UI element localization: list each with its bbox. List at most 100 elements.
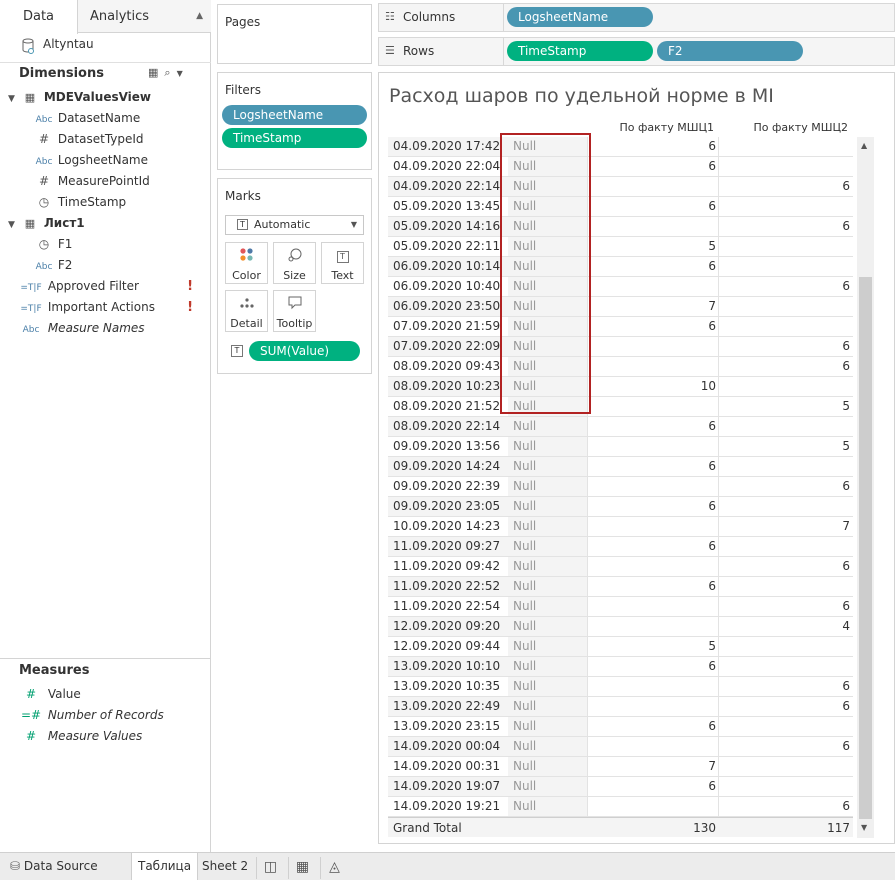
rows-pill-f2[interactable]: F2 [657,41,803,61]
null-cell[interactable]: Null [513,637,536,656]
timestamp-cell[interactable]: 09.09.2020 23:05 [393,497,500,516]
null-cell[interactable]: Null [513,677,536,696]
marks-color-button[interactable]: Color [225,242,268,284]
timestamp-cell[interactable]: 11.09.2020 22:52 [393,577,500,596]
timestamp-cell[interactable]: 05.09.2020 14:16 [393,217,500,236]
tab-sheet-2[interactable]: Sheet 2 [196,853,254,880]
table-row[interactable]: 09.09.2020 13:56 Null 5 [388,437,853,457]
null-cell[interactable]: Null [513,557,536,576]
marks-pill-sum-value[interactable]: SUM(Value) [249,341,360,361]
timestamp-cell[interactable]: 08.09.2020 09:43 [393,357,500,376]
table-row[interactable]: 14.09.2020 19:21 Null 6 [388,797,853,817]
null-cell[interactable]: Null [513,477,536,496]
timestamp-cell[interactable]: 09.09.2020 14:24 [393,457,500,476]
table-row[interactable]: 11.09.2020 09:42 Null 6 [388,557,853,577]
field-logsheetname[interactable]: Abc LogsheetName [34,150,148,171]
timestamp-cell[interactable]: 05.09.2020 13:45 [393,197,500,216]
table-row[interactable]: 14.09.2020 19:07 Null 6 [388,777,853,797]
timestamp-cell[interactable]: 07.09.2020 21:59 [393,317,500,336]
marks-size-button[interactable]: Size [273,242,316,284]
table-row[interactable]: 11.09.2020 22:52 Null 6 [388,577,853,597]
search-icon[interactable]: ⌕ [164,66,176,79]
timestamp-cell[interactable]: 11.09.2020 22:54 [393,597,500,616]
value-cell-mshc2[interactable]: 6 [718,277,850,296]
timestamp-cell[interactable]: 04.09.2020 22:04 [393,157,500,176]
field-table-mdevaluesview[interactable]: ▼ ▦ MDEValuesView [8,87,151,108]
timestamp-cell[interactable]: 10.09.2020 14:23 [393,517,500,536]
new-story-icon[interactable]: ◬ [320,857,348,879]
value-cell-mshc2[interactable]: 5 [718,397,850,416]
null-cell[interactable]: Null [513,757,536,776]
value-cell-mshc1[interactable]: 6 [588,317,716,336]
scrollbar-thumb[interactable] [859,277,872,819]
value-cell-mshc2[interactable]: 6 [718,697,850,716]
timestamp-cell[interactable]: 14.09.2020 00:31 [393,757,500,776]
table-row[interactable]: 09.09.2020 23:05 Null 6 [388,497,853,517]
timestamp-cell[interactable]: 12.09.2020 09:20 [393,617,500,636]
value-cell-mshc2[interactable]: 6 [718,737,850,756]
value-cell-mshc2[interactable]: 6 [718,597,850,616]
rows-shelf[interactable]: ☰ Rows TimeStamp F2 [378,37,895,66]
table-row[interactable]: 13.09.2020 22:49 Null 6 [388,697,853,717]
null-cell[interactable]: Null [513,517,536,536]
table-row[interactable]: 13.09.2020 23:15 Null 6 [388,717,853,737]
timestamp-cell[interactable]: 14.09.2020 19:21 [393,797,500,816]
value-cell-mshc2[interactable]: 6 [718,217,850,236]
null-cell[interactable]: Null [513,497,536,516]
column-header[interactable]: По факту МШЦ2 [718,121,849,134]
timestamp-cell[interactable]: 13.09.2020 10:35 [393,677,500,696]
grand-total-row[interactable]: Grand Total 130 117 [388,817,853,837]
table-row[interactable]: 09.09.2020 14:24 Null 6 [388,457,853,477]
value-cell-mshc1[interactable]: 6 [588,457,716,476]
null-cell[interactable]: Null [513,437,536,456]
timestamp-cell[interactable]: 14.09.2020 19:07 [393,777,500,796]
null-cell[interactable]: Null [513,797,536,816]
marks-type-select[interactable]: T Automatic ▼ [225,215,364,235]
timestamp-cell[interactable]: 04.09.2020 17:42 [393,137,500,156]
value-cell-mshc2[interactable]: 6 [718,357,850,376]
chevron-updown-icon[interactable]: ▲ [196,0,203,33]
field-datasetname[interactable]: Abc DatasetName [34,108,141,129]
view-grid-icon[interactable]: ▦ [148,66,164,79]
value-cell-mshc1[interactable]: 6 [588,257,716,276]
table-row[interactable]: 05.09.2020 22:11 Null 5 [388,237,853,257]
value-cell-mshc1[interactable]: 6 [588,777,716,796]
field-table-list1[interactable]: ▼ ▦ Лист1 [8,213,85,234]
value-cell-mshc2[interactable]: 5 [718,437,850,456]
null-cell[interactable]: Null [513,617,536,636]
timestamp-cell[interactable]: 13.09.2020 10:10 [393,657,500,676]
value-cell-mshc1[interactable]: 7 [588,297,716,316]
value-cell-mshc1[interactable]: 6 [588,197,716,216]
timestamp-cell[interactable]: 06.09.2020 23:50 [393,297,500,316]
timestamp-cell[interactable]: 08.09.2020 22:14 [393,417,500,436]
null-cell[interactable]: Null [513,577,536,596]
timestamp-cell[interactable]: 07.09.2020 22:09 [393,337,500,356]
null-cell[interactable]: Null [513,717,536,736]
timestamp-cell[interactable]: 06.09.2020 10:14 [393,257,500,276]
value-cell-mshc1[interactable]: 6 [588,417,716,436]
timestamp-cell[interactable]: 11.09.2020 09:27 [393,537,500,556]
value-cell-mshc1[interactable]: 10 [588,377,716,396]
timestamp-cell[interactable]: 05.09.2020 22:11 [393,237,500,256]
null-cell[interactable]: Null [513,417,536,436]
null-cell[interactable]: Null [513,697,536,716]
timestamp-cell[interactable]: 13.09.2020 22:49 [393,697,500,716]
table-row[interactable]: 05.09.2020 14:16 Null 6 [388,217,853,237]
value-cell-mshc1[interactable]: 5 [588,237,716,256]
datasource-name[interactable]: Altyntau [43,37,94,51]
tab-data-source[interactable]: ⛁ Data Source [4,853,104,880]
field-measure-values[interactable]: # Measure Values [18,726,142,747]
table-row[interactable]: 11.09.2020 09:27 Null 6 [388,537,853,557]
pages-card[interactable]: Pages [217,4,372,64]
value-cell-mshc1[interactable]: 6 [588,497,716,516]
table-row[interactable]: 13.09.2020 10:10 Null 6 [388,657,853,677]
table-row[interactable]: 11.09.2020 22:54 Null 6 [388,597,853,617]
timestamp-cell[interactable]: 14.09.2020 00:04 [393,737,500,756]
timestamp-cell[interactable]: 08.09.2020 10:23 [393,377,500,396]
tab-analytics[interactable]: Analytics ▲ [78,0,211,33]
new-worksheet-icon[interactable]: ◫ [256,857,284,879]
field-datasettypeid[interactable]: # DatasetTypeId [34,129,144,150]
dropdown-icon[interactable]: ▼ [177,69,189,78]
null-cell[interactable]: Null [513,457,536,476]
table-row[interactable]: 07.09.2020 21:59 Null 6 [388,317,853,337]
